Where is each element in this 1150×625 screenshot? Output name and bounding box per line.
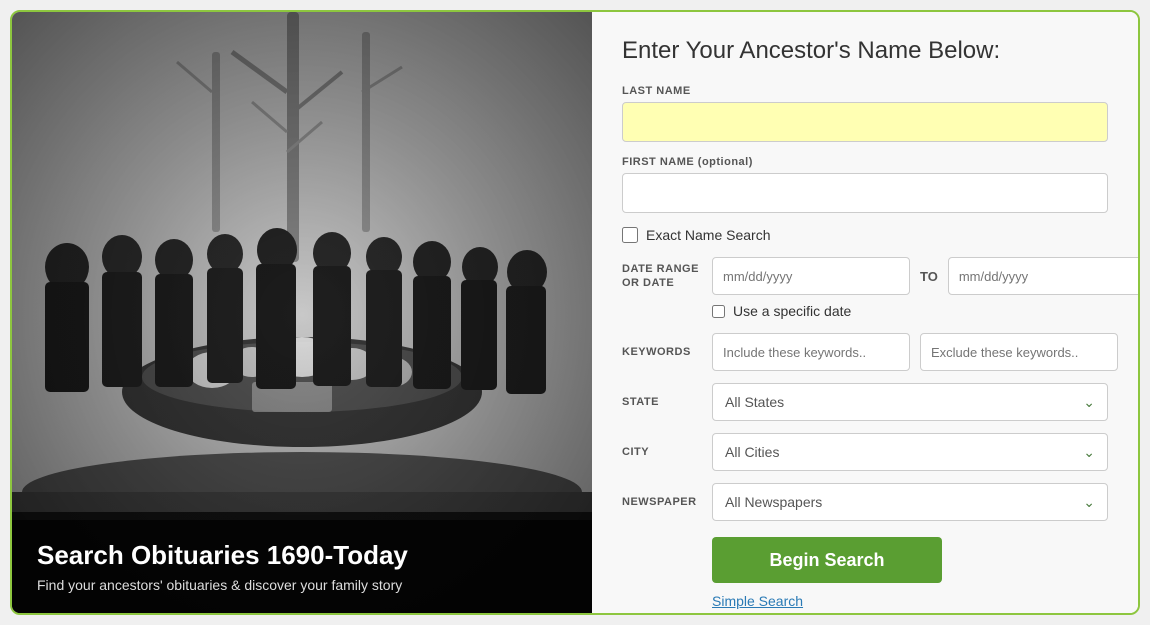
newspaper-row: NEWSPAPER All Newspapers ⌄ All Newspaper… xyxy=(622,483,1108,521)
photo-background: Search Obituaries 1690-Today Find your a… xyxy=(12,12,592,613)
photo-overlay: Search Obituaries 1690-Today Find your a… xyxy=(12,520,592,613)
city-label: CITY xyxy=(622,446,702,458)
date-range-row: DATE RANGE OR DATE TO xyxy=(622,257,1108,295)
begin-search-button[interactable]: Begin Search xyxy=(712,537,942,583)
form-heading: Enter Your Ancestor's Name Below: xyxy=(622,37,1108,65)
state-label: STATE xyxy=(622,396,702,408)
include-keywords-input[interactable] xyxy=(712,333,910,371)
photo-panel: Search Obituaries 1690-Today Find your a… xyxy=(12,12,592,613)
date-range-label: DATE RANGE OR DATE xyxy=(622,262,702,291)
last-name-field-group: LAST NAME xyxy=(622,85,1108,142)
search-form-panel: Enter Your Ancestor's Name Below: LAST N… xyxy=(592,12,1138,613)
state-select[interactable]: All States ⌄ All States xyxy=(712,383,1108,421)
specific-date-label: Use a specific date xyxy=(733,303,851,319)
newspaper-select[interactable]: All Newspapers ⌄ All Newspapers xyxy=(712,483,1108,521)
first-name-field-group: FIRST NAME (optional) xyxy=(622,156,1108,213)
last-name-label: LAST NAME xyxy=(622,85,1108,97)
specific-date-row: Use a specific date xyxy=(712,303,1108,319)
keywords-label: KEYWORDS xyxy=(622,346,702,358)
exact-name-checkbox[interactable] xyxy=(622,227,638,243)
date-to-input[interactable] xyxy=(948,257,1138,295)
city-row: CITY All Cities ⌄ All Cities xyxy=(622,433,1108,471)
main-container: Search Obituaries 1690-Today Find your a… xyxy=(10,10,1140,615)
simple-search-link[interactable]: Simple Search xyxy=(712,593,803,609)
city-select[interactable]: All Cities ⌄ All Cities xyxy=(712,433,1108,471)
exact-name-label: Exact Name Search xyxy=(646,227,771,243)
overlay-title: Search Obituaries 1690-Today xyxy=(37,540,567,571)
specific-date-checkbox[interactable] xyxy=(712,305,725,318)
keywords-row: KEYWORDS xyxy=(622,333,1108,371)
last-name-input[interactable] xyxy=(622,102,1108,142)
exclude-keywords-input[interactable] xyxy=(920,333,1118,371)
date-from-input[interactable] xyxy=(712,257,910,295)
first-name-label: FIRST NAME (optional) xyxy=(622,156,1108,168)
newspaper-label: NEWSPAPER xyxy=(622,496,702,508)
date-to-separator: TO xyxy=(920,269,938,284)
exact-name-row: Exact Name Search xyxy=(622,227,1108,243)
first-name-input[interactable] xyxy=(622,173,1108,213)
overlay-subtitle: Find your ancestors' obituaries & discov… xyxy=(37,577,567,593)
state-row: STATE All States ⌄ All States xyxy=(622,383,1108,421)
